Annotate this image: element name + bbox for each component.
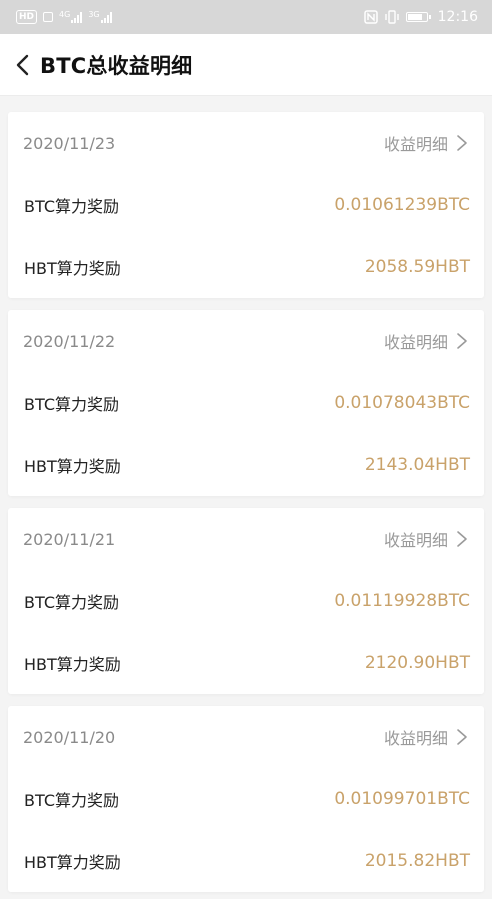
btc-reward-value: 0.01078043BTC xyxy=(334,393,470,413)
hbt-reward-label: HBT算力奖励 xyxy=(24,853,121,872)
hbt-reward-value: 2143.04HBT xyxy=(364,455,470,475)
card-header: 2020/11/23 收益明细 xyxy=(8,112,484,174)
btc-reward-label: BTC算力奖励 xyxy=(24,593,119,612)
detail-link-label: 收益明细 xyxy=(383,531,448,550)
chevron-right-icon xyxy=(456,333,470,349)
notification-icon xyxy=(43,12,54,22)
date-label: 2020/11/20 xyxy=(23,727,116,747)
hbt-reward-value: 2058.59HBT xyxy=(364,257,470,277)
detail-link-label: 收益明细 xyxy=(383,135,448,154)
btc-reward-label: BTC算力奖励 xyxy=(24,395,119,414)
btc-reward-row: BTC算力奖励 0.01119928BTC xyxy=(8,570,484,632)
detail-link-label: 收益明细 xyxy=(383,729,448,748)
detail-link[interactable]: 收益明细 xyxy=(384,329,470,353)
signal-1: 4G xyxy=(59,10,83,23)
card-header: 2020/11/21 收益明细 xyxy=(8,508,484,570)
earnings-card: 2020/11/22 收益明细 BTC算力奖励 0.01078043BTC HB… xyxy=(8,310,484,496)
card-header: 2020/11/20 收益明细 xyxy=(8,706,484,768)
hbt-reward-label: HBT算力奖励 xyxy=(24,259,121,278)
detail-link[interactable]: 收益明细 xyxy=(384,725,470,749)
btc-reward-row: BTC算力奖励 0.01099701BTC xyxy=(8,768,484,830)
hbt-reward-row: HBT算力奖励 2143.04HBT xyxy=(8,434,484,496)
btc-reward-value: 0.01061239BTC xyxy=(334,195,470,215)
hbt-reward-row: HBT算力奖励 2120.90HBT xyxy=(8,632,484,694)
card-header: 2020/11/22 收益明细 xyxy=(8,310,484,372)
btc-reward-value: 0.01119928BTC xyxy=(334,591,470,611)
signal-icon xyxy=(71,11,83,23)
hbt-reward-label: HBT算力奖励 xyxy=(24,457,121,476)
detail-link[interactable]: 收益明细 xyxy=(384,527,470,551)
network-type-label-2: 3G xyxy=(88,10,100,19)
chevron-right-icon xyxy=(456,531,470,547)
chevron-right-icon xyxy=(456,729,470,745)
chevron-left-icon xyxy=(16,54,29,75)
detail-link-label: 收益明细 xyxy=(383,333,448,352)
btc-reward-label: BTC算力奖励 xyxy=(24,791,119,810)
hbt-reward-row: HBT算力奖励 2058.59HBT xyxy=(8,236,484,298)
chevron-right-icon xyxy=(456,135,470,151)
nav-header: BTC总收益明细 xyxy=(0,34,492,96)
earnings-list: 2020/11/23 收益明细 BTC算力奖励 0.01061239BTC HB… xyxy=(0,96,492,892)
date-label: 2020/11/23 xyxy=(23,133,116,153)
network-type-label-1: 4G xyxy=(59,10,71,19)
btc-reward-label: BTC算力奖励 xyxy=(24,197,119,216)
nfc-icon xyxy=(363,10,378,24)
hbt-reward-value: 2015.82HBT xyxy=(364,851,470,871)
status-bar: HD 4G 3G 12:16 xyxy=(0,0,492,34)
earnings-card: 2020/11/21 收益明细 BTC算力奖励 0.01119928BTC HB… xyxy=(8,508,484,694)
hbt-reward-row: HBT算力奖励 2015.82HBT xyxy=(8,830,484,892)
back-button[interactable] xyxy=(10,52,36,78)
clock: 12:16 xyxy=(437,9,478,25)
hd-badge: HD xyxy=(16,10,38,24)
btc-reward-value: 0.01099701BTC xyxy=(334,789,470,809)
hbt-reward-label: HBT算力奖励 xyxy=(24,655,121,674)
earnings-card: 2020/11/20 收益明细 BTC算力奖励 0.01099701BTC HB… xyxy=(8,706,484,892)
hbt-reward-value: 2120.90HBT xyxy=(364,653,470,673)
date-label: 2020/11/21 xyxy=(23,529,116,549)
battery-icon xyxy=(405,12,431,22)
status-bar-right: 12:16 xyxy=(363,9,478,25)
page-title: BTC总收益明细 xyxy=(40,53,193,78)
btc-reward-row: BTC算力奖励 0.01061239BTC xyxy=(8,174,484,236)
detail-link[interactable]: 收益明细 xyxy=(384,131,470,155)
date-label: 2020/11/22 xyxy=(23,331,116,351)
btc-reward-row: BTC算力奖励 0.01078043BTC xyxy=(8,372,484,434)
earnings-card: 2020/11/23 收益明细 BTC算力奖励 0.01061239BTC HB… xyxy=(8,112,484,298)
signal-2: 3G xyxy=(88,10,112,23)
status-bar-left: HD 4G 3G xyxy=(16,10,112,24)
vibrate-icon xyxy=(384,10,399,24)
signal-icon xyxy=(100,11,112,23)
